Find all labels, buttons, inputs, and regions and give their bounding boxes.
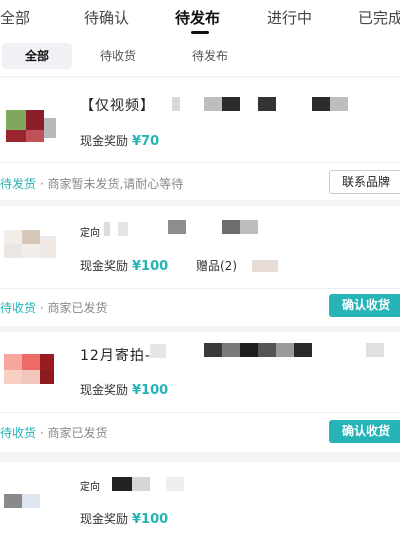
- redacted-text: [112, 477, 132, 491]
- divider: [0, 162, 400, 163]
- cash-reward: 现金奖励 ¥100: [80, 510, 168, 527]
- reward-amount: ¥70: [132, 134, 160, 149]
- order-card[interactable]: 定向 现金奖励 ¥100: [0, 462, 400, 542]
- redacted-text: [104, 222, 110, 236]
- order-card[interactable]: 定向 现金奖励 ¥100 赠品(2) 待收货 · 商家已发货 确认收货: [0, 206, 400, 326]
- redacted-text: [168, 220, 186, 234]
- gift-thumbnail: [252, 260, 278, 272]
- redacted-text: [204, 97, 222, 111]
- top-tab-bar: 全部 待确认 待发布 进行中 已完成: [0, 0, 400, 38]
- reward-label: 现金奖励: [80, 383, 129, 397]
- contact-brand-button[interactable]: 联系品牌: [329, 170, 400, 194]
- redacted-text: [118, 222, 128, 236]
- status-note: · 商家已发货: [36, 301, 108, 315]
- tab-pending-confirm[interactable]: 待确认: [84, 7, 129, 28]
- status-label: 待发货: [0, 177, 37, 191]
- tab-all[interactable]: 全部: [0, 7, 30, 28]
- divider: [0, 288, 400, 289]
- subtab-pending-receipt[interactable]: 待收货: [86, 43, 150, 69]
- redacted-text: [222, 220, 240, 234]
- redacted-text: [366, 343, 384, 357]
- order-status: 待收货 · 商家已发货: [0, 299, 107, 316]
- redacted-text: [166, 477, 184, 491]
- order-title: 12月寄拍-: [80, 348, 151, 364]
- redacted-text: [222, 97, 240, 111]
- active-tab-indicator: [191, 31, 209, 34]
- reward-amount: ¥100: [132, 259, 169, 274]
- product-thumbnail: [0, 110, 64, 162]
- divider: [0, 412, 400, 413]
- redacted-text: [150, 344, 166, 358]
- status-label: 待收货: [0, 301, 37, 315]
- product-thumbnail: [0, 490, 64, 510]
- order-status: 待发货 · 商家暂未发货,请耐心等待: [0, 175, 183, 192]
- status-label: 待收货: [0, 426, 37, 440]
- gift-count: 赠品(2): [196, 259, 237, 273]
- redacted-text: [240, 343, 258, 357]
- reward-amount: ¥100: [132, 512, 169, 527]
- reward-amount: ¥100: [132, 383, 169, 398]
- redacted-text: [240, 220, 258, 234]
- redacted-text: [258, 97, 276, 111]
- redacted-text: [204, 343, 222, 357]
- product-thumbnail: [0, 230, 64, 282]
- redacted-text: [294, 343, 312, 357]
- order-title: 定向: [80, 228, 100, 239]
- order-card[interactable]: 【仅视频】 现金奖励 ¥70 待发货 · 商家暂未发货,请耐心等待 联系品牌: [0, 78, 400, 200]
- redacted-text: [172, 97, 180, 111]
- order-status: 待收货 · 商家已发货: [0, 424, 107, 441]
- subtab-pending-publish[interactable]: 待发布: [178, 43, 242, 69]
- status-note: · 商家已发货: [36, 426, 108, 440]
- reward-label: 现金奖励: [80, 512, 129, 526]
- reward-label: 现金奖励: [80, 134, 129, 148]
- confirm-receipt-button[interactable]: 确认收货: [329, 294, 400, 317]
- sub-tab-bar: 全部 待收货 待发布: [0, 38, 400, 76]
- reward-label: 现金奖励: [80, 259, 129, 273]
- redacted-text: [258, 343, 276, 357]
- tab-completed[interactable]: 已完成: [358, 7, 400, 28]
- redacted-text: [276, 343, 294, 357]
- redacted-text: [222, 343, 240, 357]
- product-thumbnail: [0, 354, 64, 406]
- redacted-text: [132, 477, 150, 491]
- redacted-text: [330, 97, 348, 111]
- tab-in-progress[interactable]: 进行中: [267, 7, 312, 28]
- order-title: 定向: [80, 482, 100, 493]
- status-note: · 商家暂未发货,请耐心等待: [36, 177, 184, 191]
- subtab-all[interactable]: 全部: [2, 43, 72, 69]
- order-title: 【仅视频】: [80, 98, 155, 114]
- redacted-text: [312, 97, 330, 111]
- order-card[interactable]: 12月寄拍- 现金奖励 ¥100 待收货 · 商家已发货 确认收货: [0, 332, 400, 452]
- cash-reward: 现金奖励 ¥100: [80, 257, 168, 274]
- cash-reward: 现金奖励 ¥100: [80, 381, 168, 398]
- tab-pending-publish[interactable]: 待发布: [175, 7, 220, 28]
- confirm-receipt-button[interactable]: 确认收货: [329, 420, 400, 443]
- cash-reward: 现金奖励 ¥70: [80, 132, 159, 149]
